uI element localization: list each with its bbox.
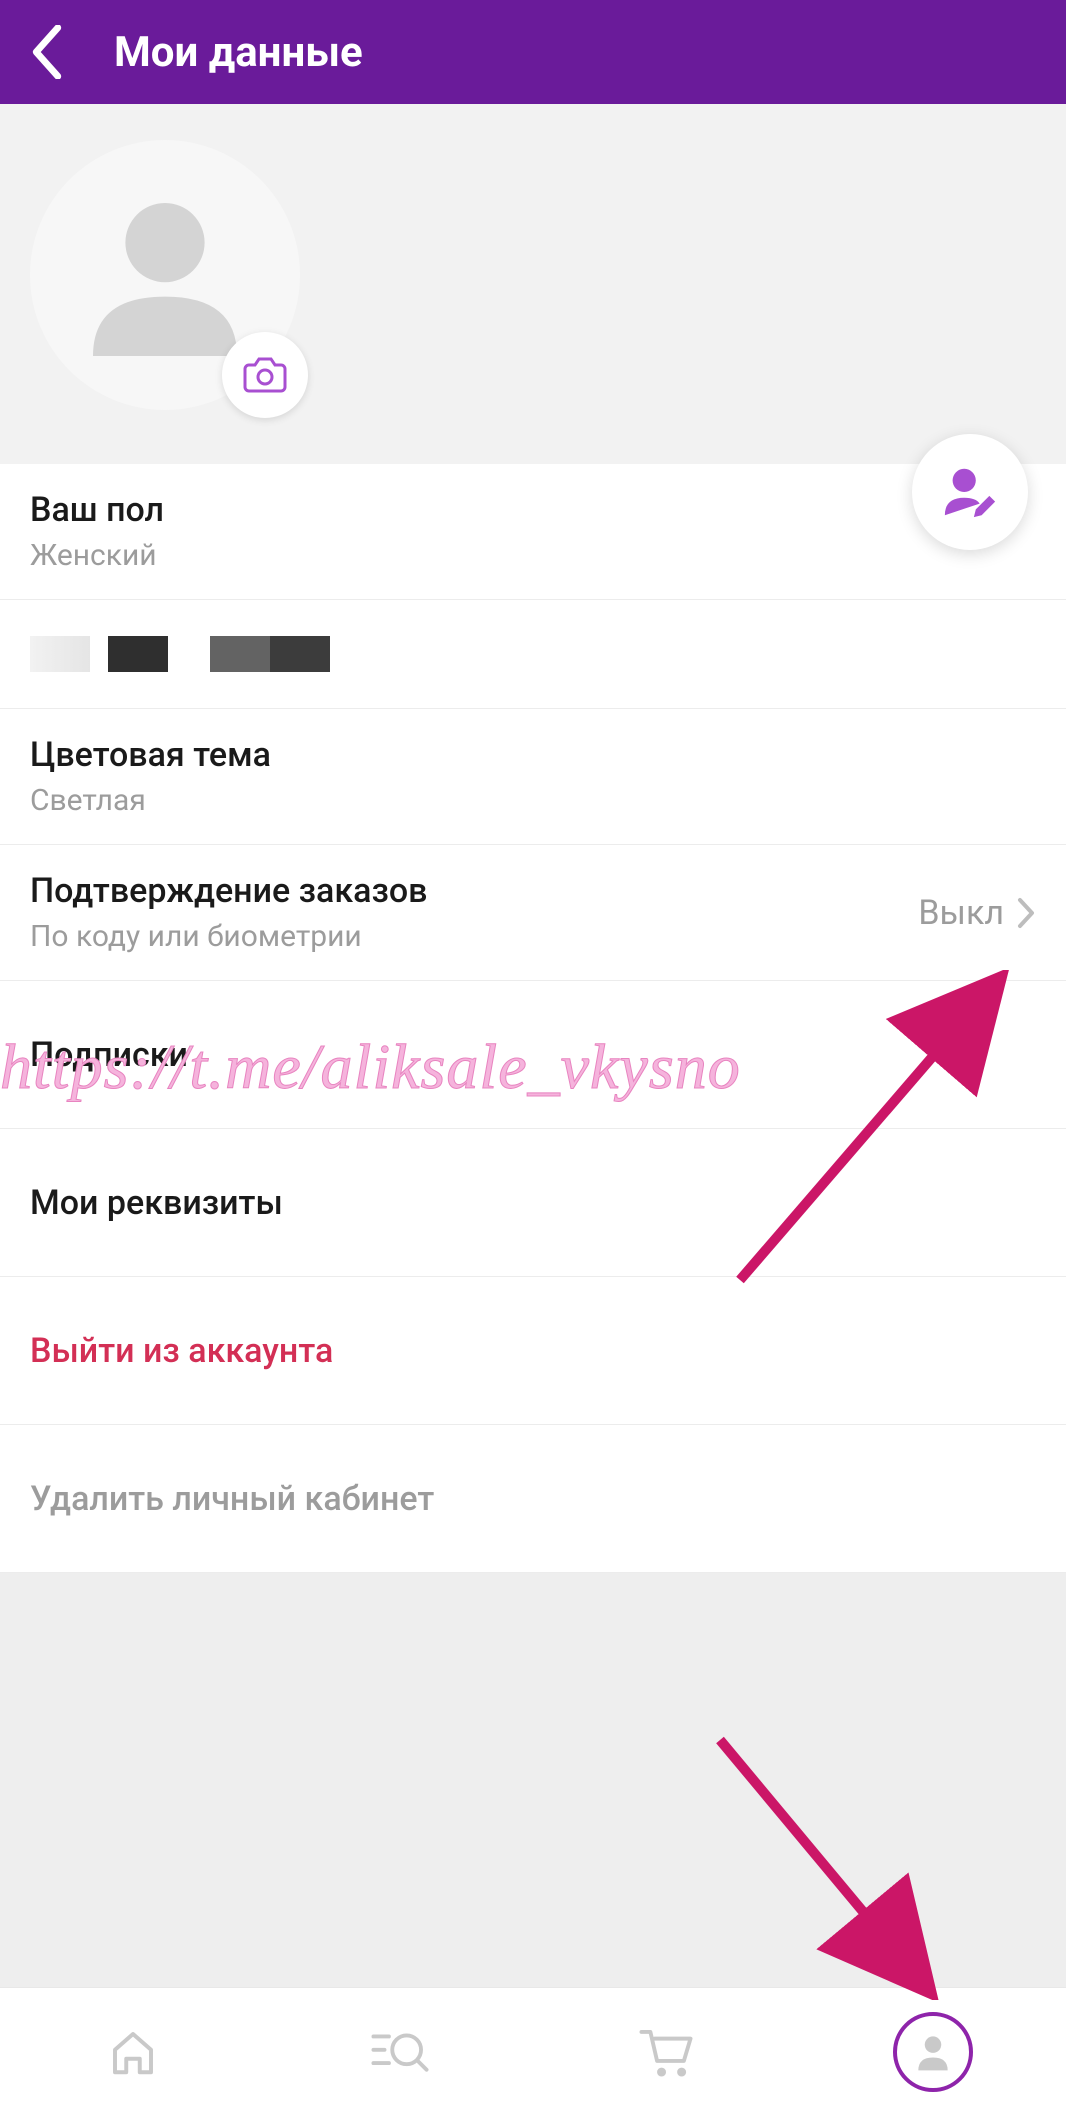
row-delete-account[interactable]: Удалить личный кабинет [0, 1425, 1066, 1573]
chevron-right-icon [1016, 896, 1036, 930]
app-header: Мои данные [0, 0, 1066, 104]
gender-value: Женский [30, 538, 164, 573]
theme-value: Светлая [30, 783, 271, 818]
requisites-label: Мои реквизиты [30, 1183, 283, 1223]
logout-label: Выйти из аккаунта [30, 1331, 333, 1371]
change-photo-button[interactable] [222, 332, 308, 418]
nav-cart[interactable] [626, 2012, 706, 2092]
search-list-icon [369, 2025, 431, 2079]
subscriptions-label: Подписки [30, 1035, 188, 1075]
nav-home[interactable] [93, 2012, 173, 2092]
row-theme[interactable]: Цветовая тема Светлая [0, 709, 1066, 845]
row-gender[interactable]: Ваш пол Женский [0, 464, 1066, 600]
edit-profile-button[interactable] [912, 434, 1028, 550]
chevron-left-icon [30, 25, 64, 79]
avatar-wrap [30, 140, 300, 410]
annotation-arrow [700, 1720, 950, 2000]
confirm-label: Подтверждение заказов [30, 871, 428, 911]
row-requisites[interactable]: Мои реквизиты [0, 1129, 1066, 1277]
nav-search[interactable] [360, 2012, 440, 2092]
profile-icon [911, 2030, 955, 2074]
gender-label: Ваш пол [30, 490, 164, 530]
theme-label: Цветовая тема [30, 735, 271, 775]
redacted-block [210, 636, 270, 672]
camera-icon [243, 355, 287, 395]
bottom-nav [0, 1987, 1066, 2115]
cart-icon [637, 2025, 695, 2079]
home-icon [106, 2025, 160, 2079]
row-redacted [0, 600, 1066, 709]
nav-profile[interactable] [893, 2012, 973, 2092]
redacted-block [30, 636, 90, 672]
row-order-confirmation[interactable]: Подтверждение заказов По коду или биомет… [0, 845, 1066, 981]
confirm-state: Выкл [918, 893, 1004, 933]
delete-label: Удалить личный кабинет [30, 1479, 434, 1519]
profile-section [0, 104, 1066, 464]
row-subscriptions[interactable]: Подписки [0, 981, 1066, 1129]
redacted-block [108, 636, 168, 672]
confirm-sub: По коду или биометрии [30, 919, 428, 954]
person-icon [75, 185, 255, 365]
page-title: Мои данные [114, 28, 363, 77]
settings-list: Ваш пол Женский Цветовая тема Светлая По… [0, 464, 1066, 1573]
back-button[interactable] [30, 25, 64, 79]
edit-person-icon [941, 463, 999, 521]
redacted-block [270, 636, 330, 672]
row-logout[interactable]: Выйти из аккаунта [0, 1277, 1066, 1425]
